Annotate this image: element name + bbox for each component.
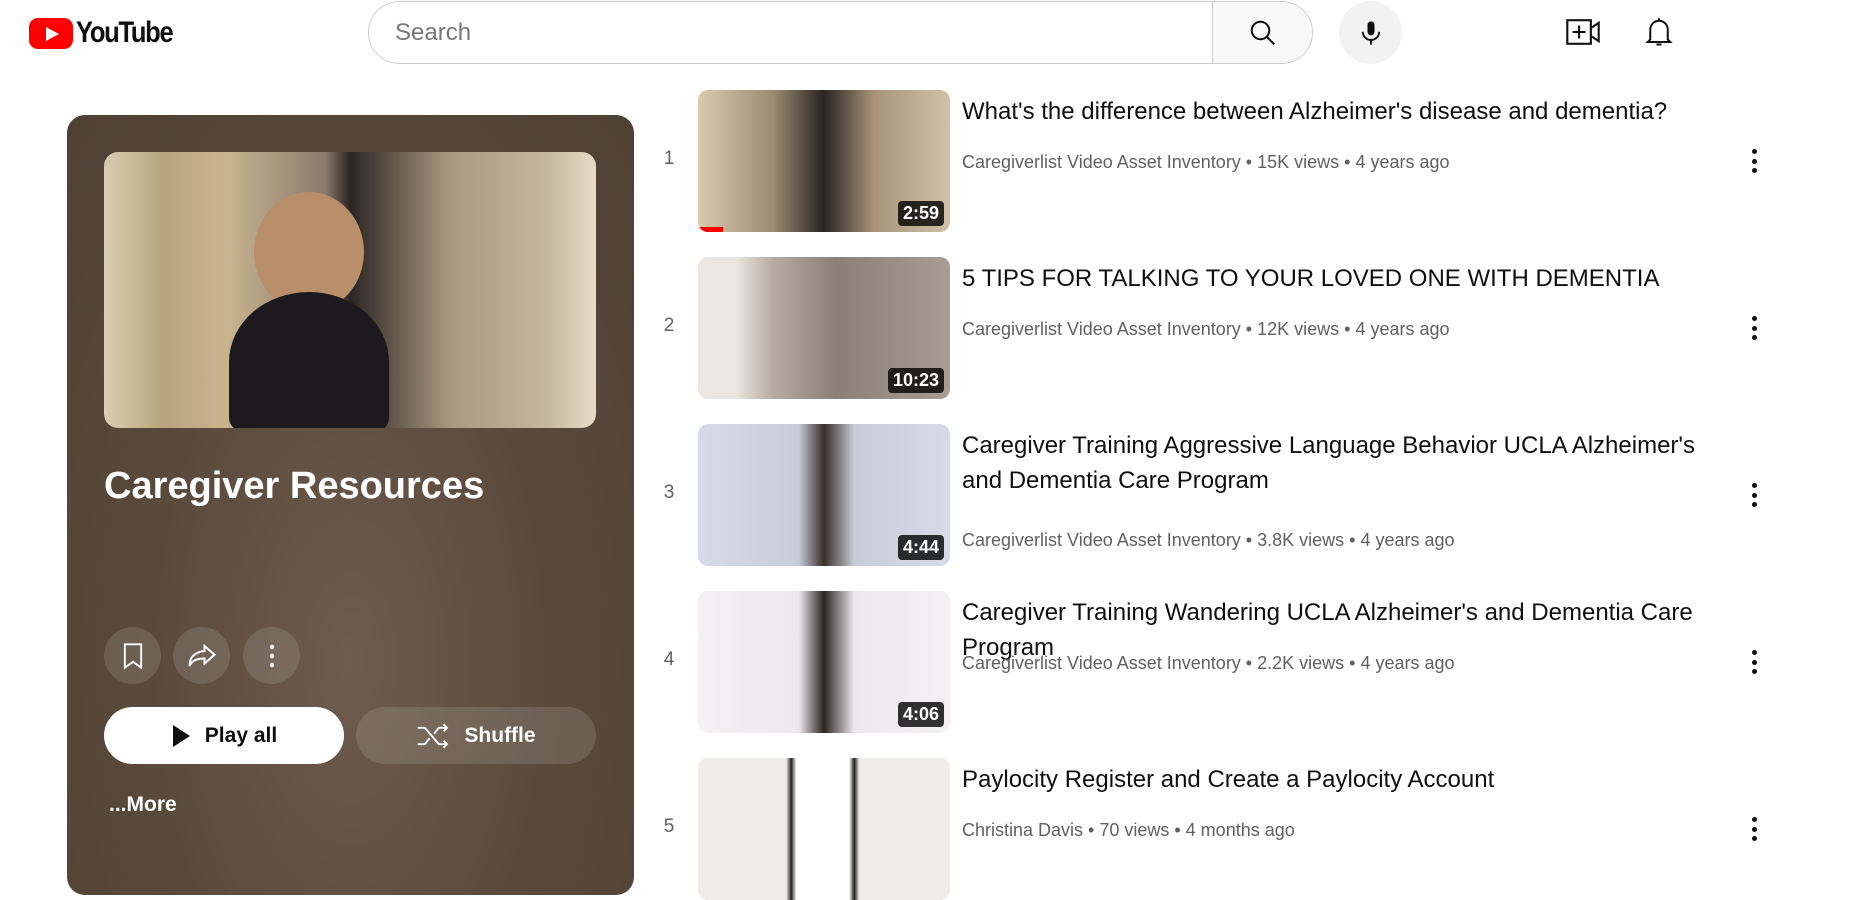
video-meta: Caregiverlist Video Asset Inventory • 15… xyxy=(962,152,1450,172)
video-index: 4 xyxy=(663,649,675,670)
dot xyxy=(1751,492,1757,498)
play-icon xyxy=(172,724,190,747)
video-thumbnail[interactable]: 10:23 xyxy=(698,257,950,399)
playlist-panel: Caregiver Resources Play all Shuffle ...… xyxy=(67,115,634,895)
video-index: 5 xyxy=(663,816,675,837)
video-thumbnail[interactable]: 4:06 xyxy=(698,591,950,733)
dot xyxy=(1751,669,1757,674)
more-vert-icon xyxy=(1751,149,1757,154)
playlist-title: Caregiver Resources xyxy=(104,465,485,507)
shuffle-icon xyxy=(418,723,449,748)
share-icon xyxy=(188,643,216,666)
voice-search-button[interactable] xyxy=(1339,1,1402,64)
search-bar xyxy=(368,1,1313,64)
bell-icon xyxy=(1645,18,1673,46)
create-video-icon xyxy=(1566,19,1600,45)
video-menu-button[interactable] xyxy=(1740,146,1768,176)
playlist-video-item[interactable]: 4 4:06 Caregiver Training Wandering UCLA… xyxy=(660,591,1780,733)
dot xyxy=(1751,335,1757,340)
video-meta: Caregiverlist Video Asset Inventory • 3.… xyxy=(962,530,1455,550)
video-menu-button[interactable] xyxy=(1740,814,1768,844)
video-thumbnail[interactable] xyxy=(698,758,950,900)
youtube-play-icon xyxy=(29,17,73,49)
shuffle-button[interactable]: Shuffle xyxy=(356,707,596,764)
video-duration: 2:59 xyxy=(897,201,944,226)
video-title[interactable]: 5 TIPS FOR TALKING TO YOUR LOVED ONE WIT… xyxy=(962,261,1722,296)
search-button[interactable] xyxy=(1212,2,1312,63)
play-all-button[interactable]: Play all xyxy=(104,707,344,764)
youtube-logo[interactable]: YouTube xyxy=(29,16,189,50)
video-thumbnail[interactable]: 4:44 xyxy=(698,424,950,566)
video-index: 2 xyxy=(663,315,675,336)
more-vert-icon xyxy=(1751,817,1757,822)
playlist-video-item[interactable]: 3 4:44 Caregiver Training Aggressive Lan… xyxy=(660,424,1780,566)
more-vert-icon xyxy=(1751,316,1757,321)
playlist-video-item[interactable]: 2 10:23 5 TIPS FOR TALKING TO YOUR LOVED… xyxy=(660,257,1780,399)
video-duration: 4:06 xyxy=(897,702,944,727)
playlist-thumbnail[interactable] xyxy=(104,152,596,428)
more-vert-icon xyxy=(1751,650,1757,655)
search-icon xyxy=(1250,20,1275,45)
video-meta: Caregiverlist Video Asset Inventory • 2.… xyxy=(962,653,1455,673)
playlist-video-item[interactable]: 5 Paylocity Register and Create a Payloc… xyxy=(660,758,1780,900)
video-title[interactable]: Caregiver Training Aggressive Language B… xyxy=(962,428,1722,498)
thumbnail-figure-body xyxy=(229,292,389,428)
share-button[interactable] xyxy=(173,627,230,684)
video-menu-button[interactable] xyxy=(1740,647,1768,677)
video-title[interactable]: Paylocity Register and Create a Paylocit… xyxy=(962,762,1722,797)
dot xyxy=(1751,325,1757,331)
video-menu-button[interactable] xyxy=(1740,480,1768,510)
video-duration: 10:23 xyxy=(887,368,944,393)
playlist-more-button[interactable] xyxy=(243,627,300,684)
video-meta: Caregiverlist Video Asset Inventory • 12… xyxy=(962,319,1450,339)
search-input[interactable] xyxy=(369,2,1212,63)
dot xyxy=(1751,659,1757,665)
watch-progress-bar xyxy=(698,227,724,232)
create-button[interactable] xyxy=(1565,14,1601,50)
dot xyxy=(1751,158,1757,164)
dot xyxy=(1751,826,1757,832)
description-more-link[interactable]: ...More xyxy=(109,793,177,817)
bookmark-icon xyxy=(123,642,142,669)
video-thumbnail[interactable]: 2:59 xyxy=(698,90,950,232)
playlist-video-item[interactable]: 1 2:59 What's the difference between Alz… xyxy=(660,90,1780,232)
video-meta: Christina Davis • 70 views • 4 months ag… xyxy=(962,820,1295,840)
more-vert-icon xyxy=(1751,483,1757,488)
more-vert-icon xyxy=(269,644,274,667)
dot xyxy=(1751,836,1757,841)
notifications-button[interactable] xyxy=(1641,14,1677,50)
video-menu-button[interactable] xyxy=(1740,313,1768,343)
video-title[interactable]: What's the difference between Alzheimer'… xyxy=(962,94,1722,129)
video-duration: 4:44 xyxy=(897,535,944,560)
save-playlist-button[interactable] xyxy=(104,627,161,684)
dot xyxy=(1751,168,1757,173)
video-index: 3 xyxy=(663,482,675,503)
video-index: 1 xyxy=(663,148,675,169)
microphone-icon xyxy=(1361,20,1380,45)
dot xyxy=(1751,502,1757,507)
